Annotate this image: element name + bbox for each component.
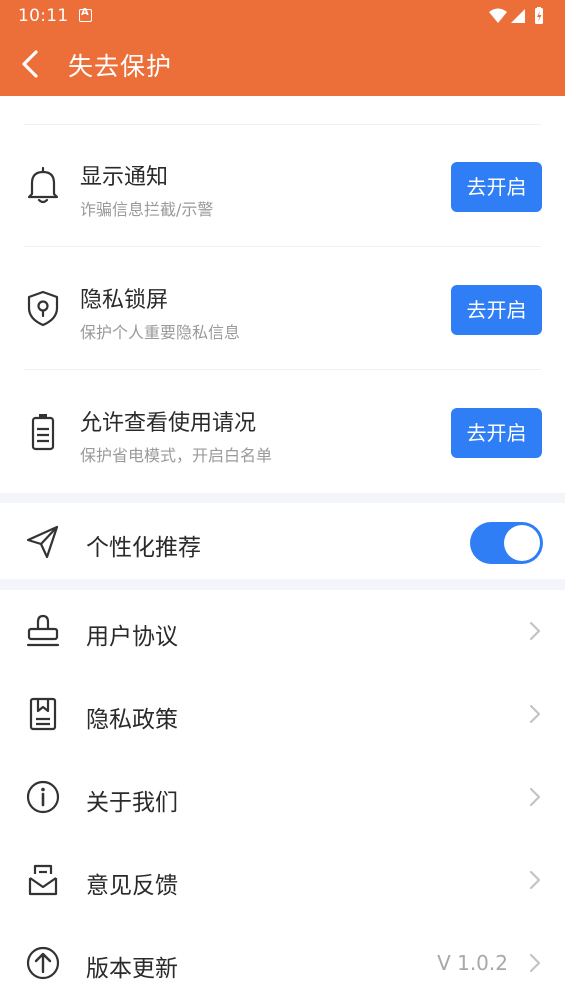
battery-status-icon [535,7,543,24]
info-icon [26,780,60,814]
back-arrow-icon[interactable] [12,46,48,82]
stamp-icon [26,614,60,647]
status-bar: 10:11 [0,0,565,32]
chevron-right-icon [529,787,541,807]
permission-title: 隐私锁屏 [80,288,169,313]
chevron-right-icon [529,621,541,641]
enable-notification-button[interactable]: 去开启 [451,162,542,212]
menu-item-label: 隐私政策 [86,707,178,733]
feedback-mail-icon [28,864,58,896]
enable-usage-access-button[interactable]: 去开启 [451,408,542,458]
enable-lockscreen-button[interactable]: 去开启 [451,285,542,335]
permission-subtitle: 保护省电模式，开启白名单 [80,446,273,465]
chevron-right-icon [529,953,541,973]
permission-item-notification: 显示通知 诈骗信息拦截/示警 去开启 [0,125,565,247]
recommend-row: 个性化推荐 [0,503,565,585]
paper-plane-icon [26,525,59,559]
recommend-label: 个性化推荐 [86,535,201,561]
menu-item-label: 版本更新 [86,956,178,982]
toggle-knob [504,525,540,561]
permission-title: 显示通知 [80,165,169,190]
section-gap [0,579,565,590]
version-value: V 1.0.2 [437,951,508,975]
menu-item-label: 用户协议 [86,624,178,650]
recommend-toggle[interactable] [470,522,543,564]
menu-item-feedback[interactable]: 意见反馈 [0,839,565,921]
menu-item-label: 关于我们 [86,790,178,816]
chevron-right-icon [529,870,541,890]
system-status-icons [489,7,543,24]
menu-item-privacy-policy[interactable]: 隐私政策 [0,673,565,755]
wifi-icon [489,8,507,23]
menu-item-about-us[interactable]: 关于我们 [0,756,565,838]
bell-icon [27,166,59,204]
page-title: 失去保护 [68,52,173,81]
divider [24,369,541,370]
permission-title: 允许查看使用请况 [80,411,257,436]
shield-lock-icon [27,290,59,327]
menu-item-version-update[interactable]: 版本更新 V 1.0.2 [0,922,565,1004]
permission-item-lockscreen: 隐私锁屏 保护个人重要隐私信息 去开启 [0,248,565,370]
battery-icon [31,414,55,451]
signal-icon [511,9,525,23]
notification-app-icon [79,7,92,22]
permission-item-usage: 允许查看使用请况 保护省电模式，开启白名单 去开启 [0,371,565,493]
permission-subtitle: 保护个人重要隐私信息 [80,323,241,342]
divider [24,246,541,247]
bookmark-book-icon [29,697,57,731]
menu-item-user-agreement[interactable]: 用户协议 [0,590,565,672]
app-bar: 失去保护 [0,32,565,96]
chevron-right-icon [529,704,541,724]
menu-item-label: 意见反馈 [86,873,178,899]
permission-subtitle: 诈骗信息拦截/示警 [80,200,214,219]
status-time: 10:11 [18,6,69,26]
upload-arrow-icon [26,946,60,980]
section-gap [0,493,565,503]
